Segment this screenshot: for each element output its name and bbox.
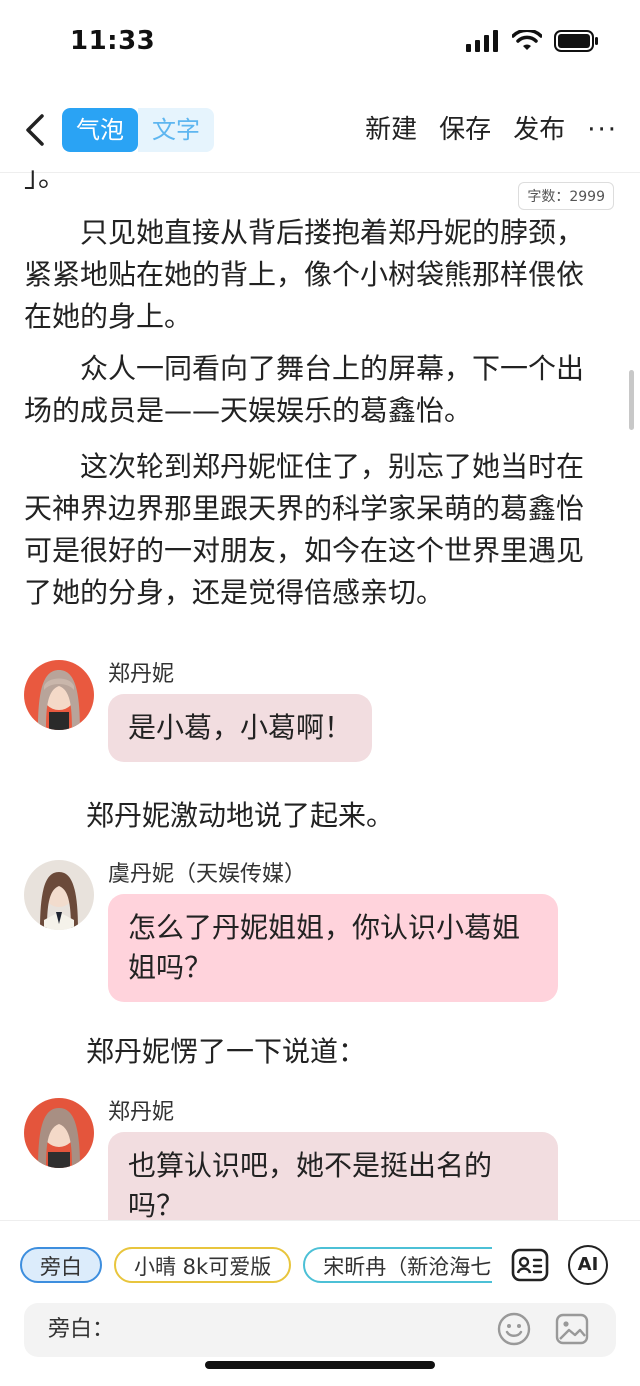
ai-button[interactable]: AI	[568, 1245, 608, 1285]
narration-line: 郑丹妮愣了一下说道：	[86, 1035, 367, 1068]
chat-bubble[interactable]: 怎么了丹妮姐姐，你认识小葛姐姐吗？	[108, 894, 558, 1002]
avatar[interactable]	[24, 860, 94, 930]
battery-icon	[554, 30, 598, 52]
narration-paragraph: 这次轮到郑丹妮怔住了，别忘了她当时在天神界边界那里跟天界的科学家呆萌的葛鑫怡可是…	[24, 450, 585, 609]
composer-panel: 旁白 小晴 8k可爱版 宋昕冉（新沧海七 AI 旁白：	[0, 1220, 640, 1386]
input-role-label: 旁白：	[48, 1317, 115, 1342]
back-chevron-icon[interactable]	[18, 110, 54, 150]
more-icon[interactable]: ···	[587, 108, 618, 152]
avatar[interactable]	[24, 1098, 94, 1168]
wifi-icon	[512, 30, 542, 50]
narration-paragraph: 只见她直接从背后搂抱着郑丹妮的脖颈，紧紧地贴在她的背上，像个小树袋熊那样偎依在她…	[24, 216, 585, 333]
new-button[interactable]: 新建	[365, 108, 417, 152]
status-time: 11:33	[70, 26, 156, 56]
home-indicator	[205, 1361, 435, 1369]
avatar[interactable]	[24, 660, 94, 730]
emoji-icon[interactable]	[496, 1311, 532, 1347]
message-input[interactable]	[114, 1313, 498, 1349]
save-button[interactable]: 保存	[439, 108, 491, 152]
role-chip[interactable]: 小晴 8k可爱版	[114, 1247, 292, 1283]
chat-bubble[interactable]: 是小葛，小葛啊！	[108, 694, 373, 762]
tab-text[interactable]: 文字	[138, 108, 214, 152]
composer-input-row: 旁白：	[24, 1303, 616, 1357]
signal-icon	[466, 30, 498, 52]
scrollbar[interactable]	[629, 370, 634, 430]
status-bar: 11:33	[0, 0, 640, 90]
narration-line: 郑丹妮激动地说了起来。	[86, 799, 395, 832]
tab-bubble[interactable]: 气泡	[62, 108, 138, 152]
role-chip[interactable]: 宋昕冉（新沧海七	[303, 1247, 492, 1283]
story-content[interactable]: 」。 字数：2999 只见她直接从背后搂抱着郑丹妮的脖颈，紧紧地贴在她的背上，像…	[0, 160, 640, 1220]
sender-name: 郑丹妮	[108, 1100, 175, 1125]
publish-button[interactable]: 发布	[513, 108, 565, 152]
sender-name: 虞丹妮（天娱传媒）	[108, 862, 307, 887]
word-count-badge: 字数：2999	[518, 182, 614, 210]
text-fragment: 」。	[24, 160, 67, 193]
role-chip-narrator[interactable]: 旁白	[20, 1247, 102, 1283]
status-icons	[466, 30, 600, 52]
nav-bar: 气泡 文字 新建 保存 发布 ···	[0, 100, 640, 160]
chat-bubble[interactable]: 也算认识吧，她不是挺出名的吗？	[108, 1132, 558, 1220]
mode-segmented-control: 气泡 文字	[62, 108, 214, 152]
contacts-card-icon[interactable]	[510, 1245, 550, 1285]
sender-name: 郑丹妮	[108, 662, 175, 687]
image-icon[interactable]	[554, 1311, 590, 1347]
role-chip-list[interactable]: 旁白 小晴 8k可爱版 宋昕冉（新沧海七	[20, 1247, 492, 1283]
narration-paragraph: 众人一同看向了舞台上的屏幕，下一个出场的成员是——天娱娱乐的葛鑫怡。	[24, 352, 585, 427]
nav-actions: 新建 保存 发布 ···	[365, 108, 618, 152]
